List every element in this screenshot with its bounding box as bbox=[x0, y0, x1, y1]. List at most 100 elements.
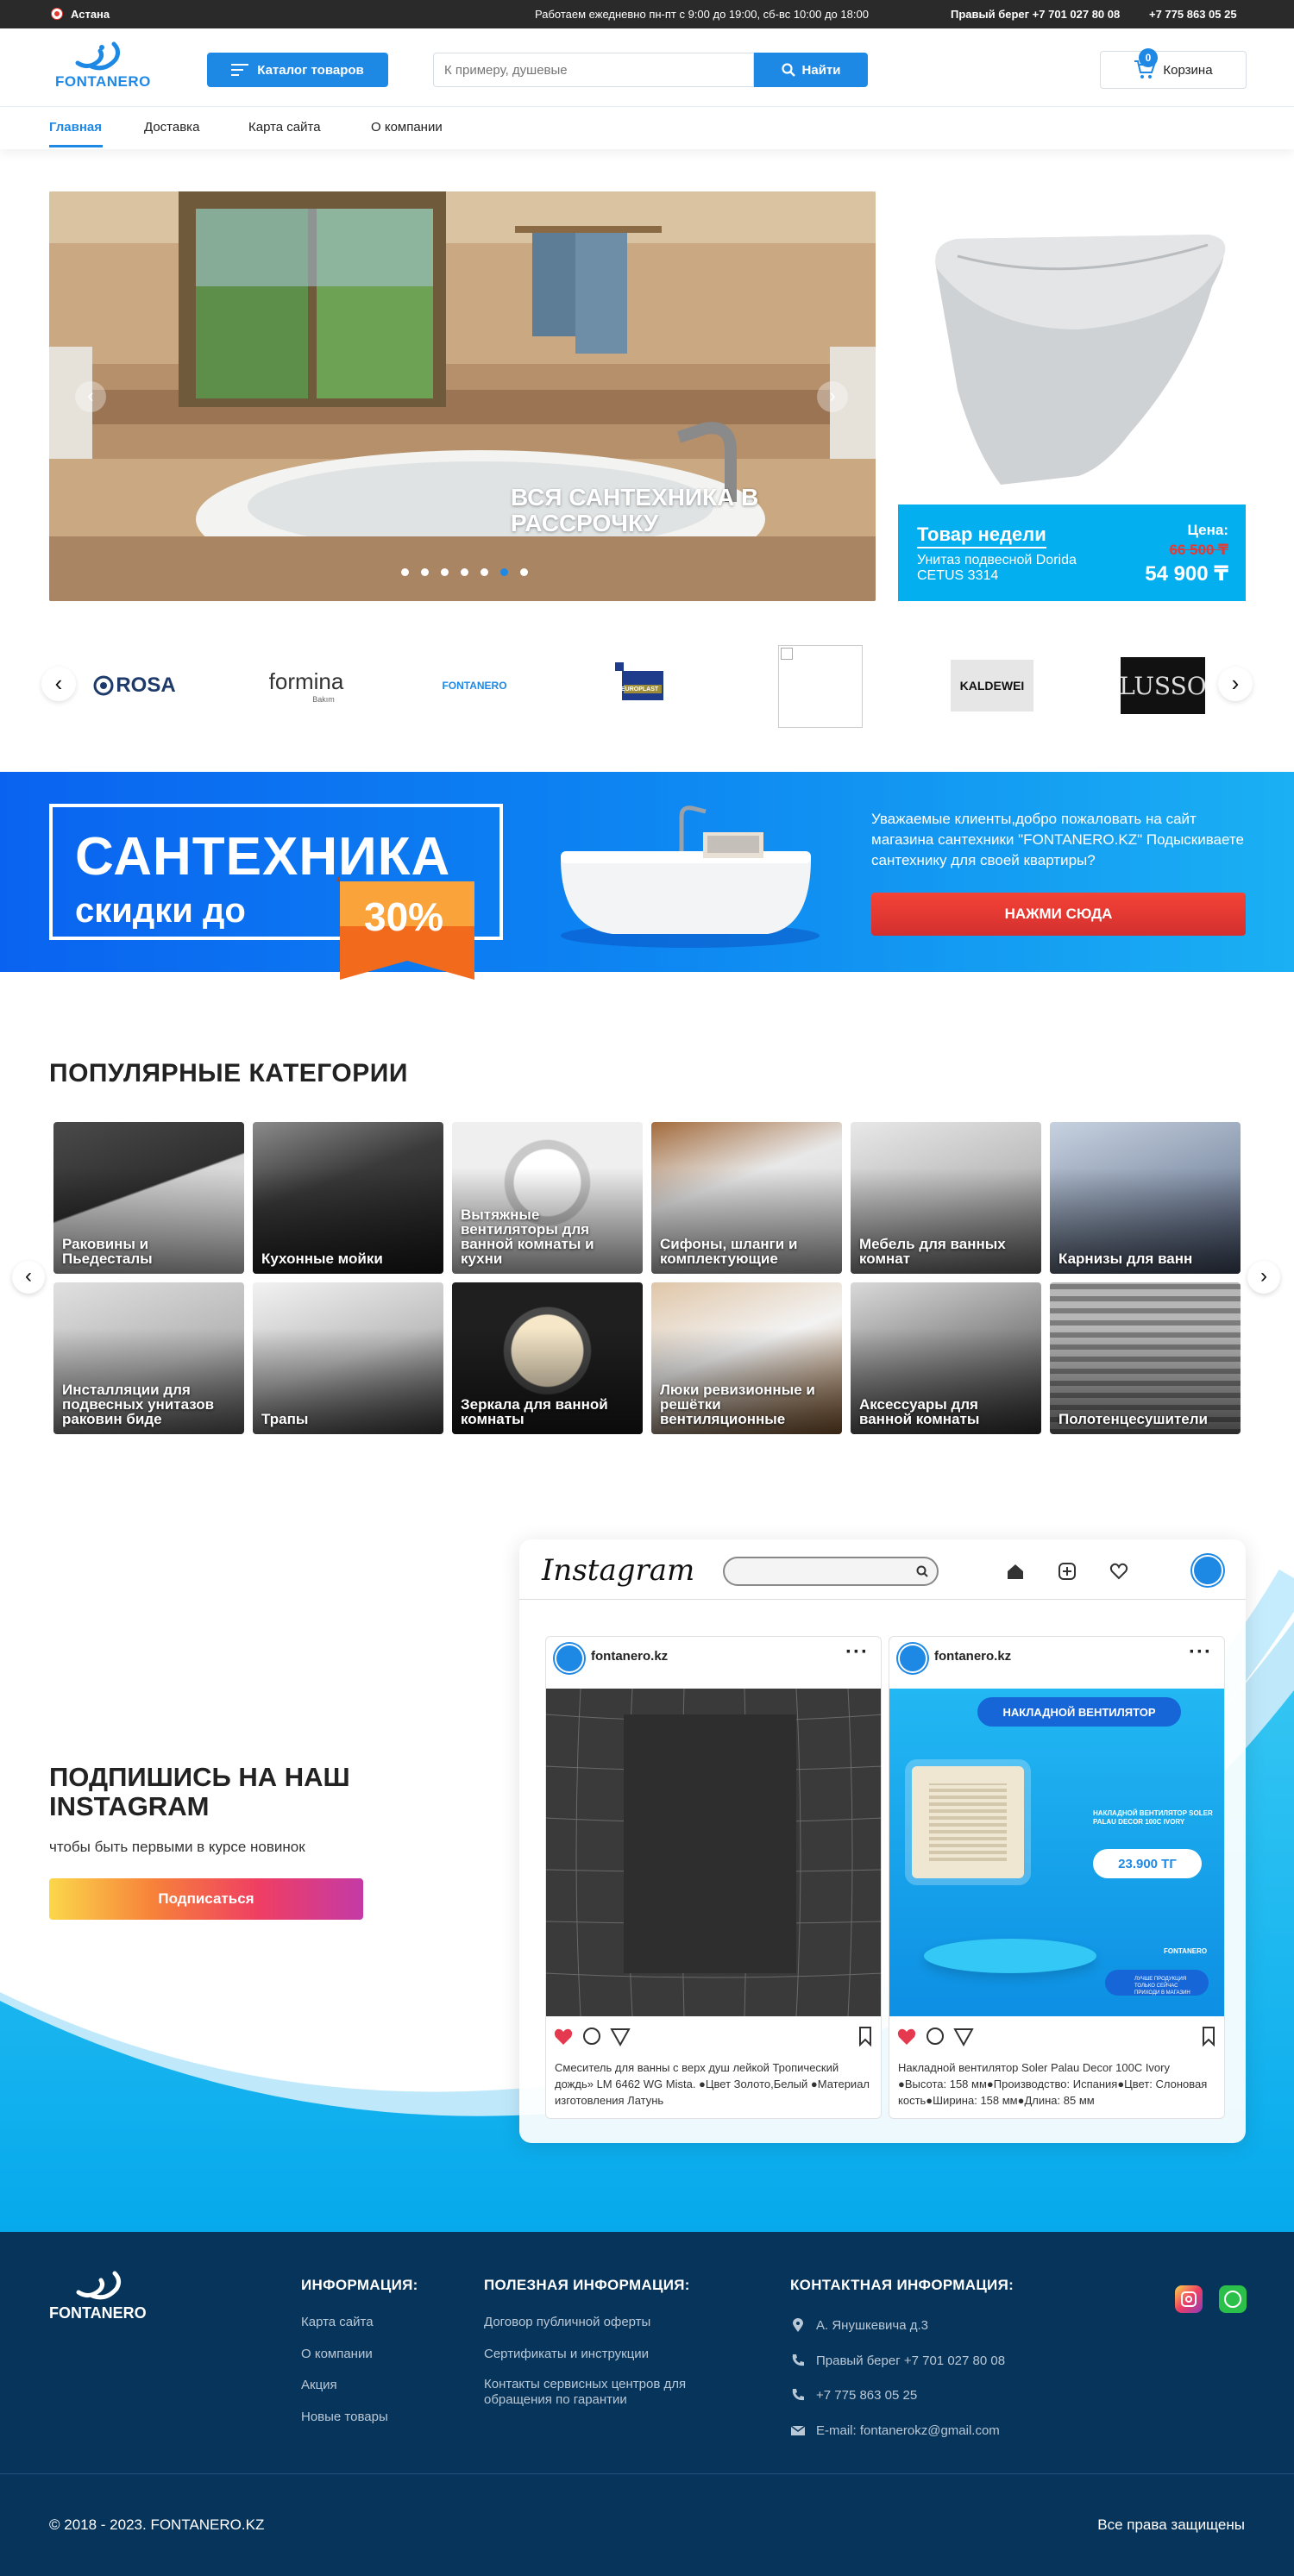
brand-formina[interactable]: formina Bakım bbox=[254, 647, 358, 724]
category-label: Сифоны, шланги и комплектующие bbox=[660, 1236, 798, 1267]
week-new-price: 54 900 ₸ bbox=[1145, 562, 1228, 586]
slide-dot[interactable] bbox=[481, 568, 488, 576]
category-label: Карнизы для ванн bbox=[1058, 1250, 1193, 1267]
phone-link-2[interactable]: +7 775 863 05 25 bbox=[1149, 8, 1237, 21]
more-options-icon[interactable]: ··· bbox=[845, 1640, 869, 1664]
cat-curtain-rods[interactable]: Карнизы для ванн bbox=[1050, 1122, 1241, 1274]
slide-dot[interactable] bbox=[441, 568, 449, 576]
cat-mirrors[interactable]: Зеркала для ванной комнаты bbox=[452, 1282, 643, 1434]
logo-wave-icon bbox=[76, 2271, 122, 2300]
phone-link-1[interactable]: Правый берег +7 701 027 80 08 bbox=[951, 8, 1120, 21]
slide-dot[interactable] bbox=[520, 568, 528, 576]
nav-active-indicator bbox=[49, 145, 103, 147]
categories-prev-button[interactable]: ‹ bbox=[12, 1261, 45, 1294]
slide-dot[interactable] bbox=[461, 568, 468, 576]
cat-fans[interactable]: Вытяжные вентиляторы для ванной комнаты … bbox=[452, 1122, 643, 1274]
slide-dot[interactable] bbox=[401, 568, 409, 576]
brand-kaldewei[interactable]: KALDEWEI bbox=[949, 647, 1035, 724]
footer-logo[interactable]: FONTANERO bbox=[49, 2266, 153, 2327]
footer-link-certificates[interactable]: Сертификаты и инструкции bbox=[484, 2346, 649, 2363]
category-label: Кухонные мойки bbox=[261, 1250, 383, 1267]
cat-kitchen-sinks[interactable]: Кухонные мойки bbox=[253, 1122, 443, 1274]
home-icon[interactable] bbox=[1006, 1562, 1025, 1581]
search-button[interactable]: Найти bbox=[754, 53, 868, 87]
cat-hatches[interactable]: Люки ревизионные и решётки вентиляционны… bbox=[651, 1282, 842, 1434]
instagram-social-icon[interactable] bbox=[1175, 2285, 1203, 2313]
footer-link-about[interactable]: О компании bbox=[301, 2346, 373, 2363]
category-label: Аксессуары для ванной комнаты bbox=[859, 1396, 980, 1427]
footer-link-offer[interactable]: Договор публичной оферты bbox=[484, 2314, 650, 2331]
profile-avatar[interactable] bbox=[1192, 1555, 1223, 1586]
subscribe-button[interactable]: Подписаться bbox=[49, 1878, 363, 1920]
week-price-label: Цена: bbox=[1187, 522, 1228, 538]
post-action-icons[interactable] bbox=[896, 2024, 1219, 2048]
slide-dot[interactable] bbox=[421, 568, 429, 576]
hero-next-button[interactable]: › bbox=[817, 381, 848, 412]
instagram-heading: ПОДПИШИСЬ НА НАШ INSTAGRAM bbox=[49, 1762, 350, 1821]
post-1-image bbox=[546, 1689, 881, 2016]
heart-icon[interactable] bbox=[1109, 1562, 1128, 1581]
product-of-week-image[interactable] bbox=[897, 191, 1247, 502]
post-caption: Смеситель для ванны с верх душ лейкой Тр… bbox=[555, 2061, 870, 2107]
site-header: FONTANERO Каталог товаров Найти 0 Корзин… bbox=[0, 28, 1294, 107]
city-label: Астана bbox=[71, 8, 110, 21]
footer-link-service[interactable]: Контакты сервисных центров для обращения… bbox=[484, 2377, 734, 2408]
search-icon bbox=[916, 1565, 928, 1577]
discount-percent: 30% bbox=[364, 894, 444, 939]
footer-phone-1[interactable]: Правый берег +7 701 027 80 08 bbox=[816, 2353, 1005, 2370]
catalog-button[interactable]: Каталог товаров bbox=[207, 53, 388, 87]
footer-link-sale[interactable]: Акция bbox=[301, 2377, 337, 2394]
podium-shape bbox=[924, 1939, 1096, 1973]
add-post-icon[interactable] bbox=[1058, 1562, 1077, 1581]
promo-cta-button[interactable]: НАЖМИ СЮДА bbox=[871, 893, 1246, 936]
nav-item-sitemap[interactable]: Карта сайта bbox=[248, 120, 321, 135]
nav-item-about[interactable]: О компании bbox=[371, 120, 443, 135]
cat-towel-warmers[interactable]: Полотенцесушители bbox=[1050, 1282, 1241, 1434]
site-logo[interactable]: FONTANERO bbox=[52, 41, 150, 94]
cat-washbasins[interactable]: Раковины и Пьедесталы bbox=[53, 1122, 244, 1274]
footer-link-new[interactable]: Новые товары bbox=[301, 2409, 388, 2426]
toilet-image bbox=[935, 235, 1226, 485]
nav-item-home[interactable]: Главная bbox=[49, 120, 102, 135]
categories-next-button[interactable]: › bbox=[1247, 1261, 1280, 1294]
category-label: Полотенцесушители bbox=[1058, 1411, 1209, 1427]
hero-slider[interactable]: ВСЯ САНТЕХНИКА В РАССРОЧКУ ‹ › bbox=[49, 191, 876, 601]
slide-dot-active[interactable] bbox=[500, 568, 508, 576]
week-old-price: 66 500 ₸ bbox=[1169, 542, 1228, 558]
cart-button[interactable]: 0 Корзина bbox=[1100, 48, 1247, 89]
discount-ribbon: 30% bbox=[336, 874, 474, 980]
search-icon bbox=[781, 63, 795, 77]
whatsapp-social-icon[interactable] bbox=[1219, 2285, 1247, 2313]
cart-label: Корзина bbox=[1163, 62, 1213, 78]
brand-europlast[interactable]: EUROPLAST bbox=[602, 647, 688, 724]
footer-phone-2[interactable]: +7 775 863 05 25 bbox=[816, 2387, 917, 2404]
brand-rosa[interactable]: ROSA bbox=[83, 647, 186, 724]
brand-broken-image[interactable] bbox=[778, 645, 863, 728]
cat-furniture[interactable]: Мебель для ванных комнат bbox=[851, 1122, 1041, 1274]
brand-lusso[interactable]: LUSSO bbox=[1119, 647, 1207, 724]
hero-prev-button[interactable]: ‹ bbox=[75, 381, 106, 412]
catalog-label: Каталог товаров bbox=[257, 62, 364, 78]
cat-siphons[interactable]: Сифоны, шланги и комплектующие bbox=[651, 1122, 842, 1274]
brands-prev-button[interactable]: ‹ bbox=[41, 667, 76, 701]
footer-link-sitemap[interactable]: Карта сайта bbox=[301, 2314, 374, 2331]
cat-installations[interactable]: Инсталляции для подвесных унитазов раков… bbox=[53, 1282, 244, 1434]
brands-next-button[interactable]: › bbox=[1218, 667, 1253, 701]
category-label: Инсталляции для подвесных унитазов раков… bbox=[62, 1382, 215, 1427]
instagram-post-1[interactable]: fontanero.kz ··· Смеситель для ванны с в… bbox=[545, 1636, 882, 2119]
post-action-icons[interactable] bbox=[553, 2024, 876, 2048]
footer-email[interactable]: E-mail: fontanerokz@gmail.com bbox=[816, 2422, 1000, 2440]
instagram-subtitle: чтобы быть первыми в курсе новинок bbox=[49, 1839, 305, 1855]
instagram-post-2[interactable]: fontanero.kz ··· НАКЛАДНОЙ ВЕНТИЛЯТОР НА… bbox=[889, 1636, 1225, 2119]
nav-item-delivery[interactable]: Доставка bbox=[144, 120, 199, 135]
brand-formina-label: formina bbox=[268, 668, 344, 694]
search-input[interactable] bbox=[433, 53, 754, 87]
instagram-search[interactable] bbox=[723, 1557, 939, 1586]
more-options-icon[interactable]: ··· bbox=[1189, 1640, 1212, 1664]
cat-accessories[interactable]: Аксессуары для ванной комнаты bbox=[851, 1282, 1041, 1434]
product-of-week-card[interactable]: Товар недели Унитаз подвесной Dorida CET… bbox=[898, 505, 1246, 601]
city-selector[interactable]: Астана bbox=[52, 8, 110, 21]
cat-drains[interactable]: Трапы bbox=[253, 1282, 443, 1434]
brand-fontanero[interactable]: FONTANERO bbox=[427, 647, 522, 724]
week-product-name: Унитаз подвесной Dorida CETUS 3314 bbox=[917, 553, 1077, 583]
